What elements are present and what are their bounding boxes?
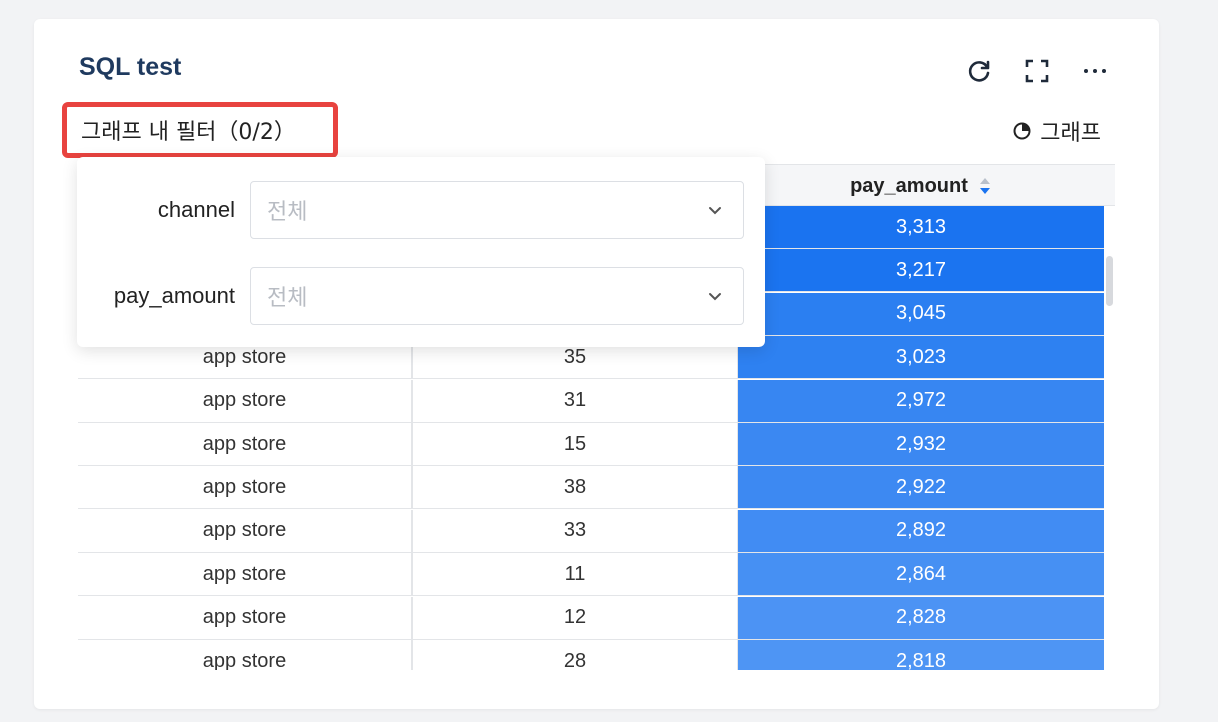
cell-value: 33	[413, 509, 738, 552]
pay-amount-select[interactable]: 전체	[250, 267, 744, 325]
filter-row-channel: channel 전체	[77, 181, 765, 239]
pay-amount-select-placeholder: 전체	[267, 286, 308, 311]
table-scrollbar[interactable]	[1104, 206, 1115, 670]
column-header-pay-amount[interactable]: pay_amount	[738, 165, 1104, 207]
cell-channel: app store	[78, 379, 413, 422]
cell-pay-amount: 2,828	[738, 596, 1104, 639]
fullscreen-button[interactable]	[1021, 55, 1053, 87]
table-row[interactable]: app store 28 2,818	[78, 640, 1104, 670]
channel-select[interactable]: 전체	[250, 181, 744, 239]
pie-chart-icon	[1013, 122, 1031, 140]
filter-label-channel: channel	[157, 197, 235, 222]
cell-pay-amount: 3,045	[738, 292, 1104, 335]
refresh-button[interactable]	[963, 55, 995, 87]
more-icon	[1084, 69, 1106, 73]
refresh-icon	[968, 60, 990, 82]
cell-value: 31	[413, 379, 738, 422]
cell-pay-amount: 2,922	[738, 466, 1104, 509]
chart-card: SQL test 그래프 내 필터（0/2） 그래프 pay_amount 3,…	[34, 19, 1159, 709]
table-row[interactable]: app store 33 2,892	[78, 509, 1104, 553]
cell-channel: app store	[78, 553, 413, 596]
cell-channel: app store	[78, 423, 413, 465]
table-row[interactable]: app store 12 2,828	[78, 596, 1104, 640]
sort-icon[interactable]	[978, 176, 992, 196]
table-row[interactable]: app store 15 2,932	[78, 423, 1104, 466]
graph-button[interactable]: 그래프	[1012, 115, 1101, 147]
filter-label-pay-amount: pay_amount	[113, 283, 235, 308]
table-row[interactable]: app store 38 2,922	[78, 466, 1104, 510]
card-toolbar	[963, 55, 1111, 87]
cell-value: 11	[413, 553, 738, 596]
cell-value: 28	[413, 640, 738, 670]
cell-pay-amount: 3,313	[738, 206, 1104, 248]
cell-value: 12	[413, 596, 738, 639]
more-button[interactable]	[1079, 55, 1111, 87]
channel-select-placeholder: 전체	[267, 200, 308, 225]
column-header-label: pay_amount	[850, 174, 968, 197]
card-title: SQL test	[79, 53, 182, 81]
cell-channel: app store	[78, 596, 413, 639]
cell-pay-amount: 2,892	[738, 509, 1104, 552]
cell-pay-amount: 3,023	[738, 336, 1104, 379]
chart-filter-toggle[interactable]: 그래프 내 필터（0/2）	[62, 102, 338, 158]
table-row[interactable]: app store 11 2,864	[78, 553, 1104, 597]
cell-pay-amount: 2,864	[738, 553, 1104, 596]
cell-channel: app store	[78, 640, 413, 670]
chevron-down-icon	[709, 207, 721, 215]
filter-dropdown-panel: channel 전체 pay_amount 전체	[77, 157, 765, 347]
cell-pay-amount: 2,972	[738, 379, 1104, 422]
cell-channel: app store	[78, 509, 413, 552]
cell-pay-amount: 3,217	[738, 249, 1104, 292]
cell-pay-amount: 2,818	[738, 640, 1104, 670]
fullscreen-icon	[1025, 59, 1049, 83]
graph-button-label: 그래프	[1040, 121, 1101, 146]
cell-channel: app store	[78, 466, 413, 509]
table-row[interactable]: app store 31 2,972	[78, 379, 1104, 423]
scrollbar-thumb[interactable]	[1106, 256, 1113, 306]
chevron-down-icon	[709, 293, 721, 301]
cell-value: 15	[413, 423, 738, 465]
cell-pay-amount: 2,932	[738, 423, 1104, 465]
filter-row-pay-amount: pay_amount 전체	[77, 267, 765, 325]
cell-value: 38	[413, 466, 738, 509]
